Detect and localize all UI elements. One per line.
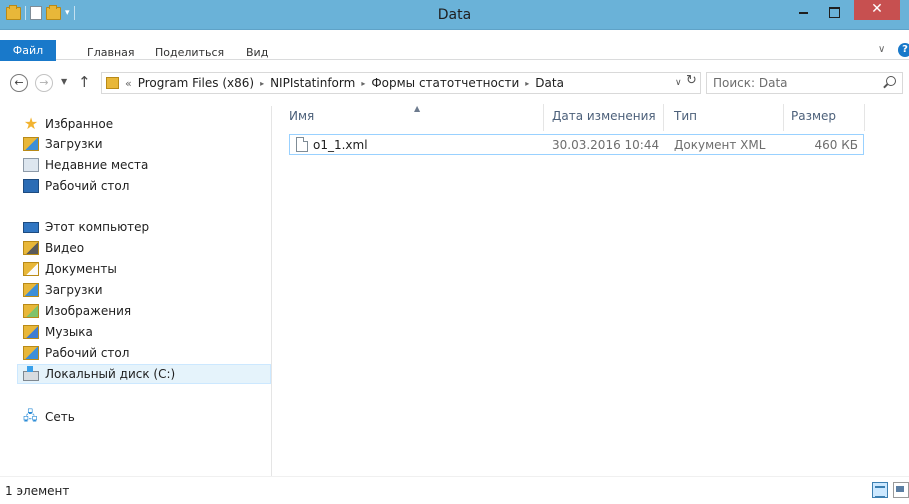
desktop-icon bbox=[23, 179, 39, 193]
desktop-folder-icon bbox=[23, 346, 39, 360]
close-button[interactable]: ✕ bbox=[854, 0, 900, 20]
sidebar-item-downloads-pc[interactable]: Загрузки bbox=[23, 280, 103, 300]
expand-ribbon-icon[interactable]: ∨ bbox=[878, 44, 885, 55]
sidebar-item-label: Документы bbox=[45, 262, 117, 276]
sidebar-item-recent-places[interactable]: Недавние места bbox=[23, 155, 148, 175]
sidebar-item-label: Видео bbox=[45, 241, 85, 255]
title-bar[interactable]: ▾ Data ✕ bbox=[0, 0, 909, 30]
sidebar-item-pictures[interactable]: Изображения bbox=[23, 301, 131, 321]
window-title: Data bbox=[437, 7, 472, 23]
computer-icon bbox=[23, 221, 39, 233]
column-header-type[interactable]: Тип bbox=[674, 109, 697, 123]
documents-folder-icon bbox=[23, 262, 39, 276]
sidebar-item-downloads[interactable]: Загрузки bbox=[23, 134, 103, 154]
sidebar-item-label: Этот компьютер bbox=[45, 220, 150, 234]
recent-locations-icon[interactable]: ▼ bbox=[61, 77, 67, 86]
downloads-folder-icon bbox=[23, 283, 39, 297]
pictures-folder-icon bbox=[23, 304, 39, 318]
column-header-date[interactable]: Дата изменения bbox=[552, 109, 656, 123]
back-button[interactable]: ← bbox=[10, 74, 28, 92]
sidebar-item-this-pc[interactable]: Этот компьютер bbox=[23, 217, 149, 237]
breadcrumb-item[interactable]: NIPIstatinform bbox=[270, 76, 355, 90]
help-icon[interactable]: ? bbox=[898, 43, 909, 57]
sidebar-item-label: Избранное bbox=[45, 117, 114, 131]
sidebar-item-label: Рабочий стол bbox=[45, 179, 130, 193]
breadcrumb-item[interactable]: Формы статотчетности bbox=[371, 76, 519, 90]
sort-ascending-icon: ▲ bbox=[414, 104, 421, 113]
item-count: 1 элемент bbox=[5, 484, 70, 498]
breadcrumb: « Program Files (x86) ▸ NIPIstatinform ▸… bbox=[125, 76, 564, 90]
sidebar-item-label: Загрузки bbox=[45, 283, 103, 297]
search-input[interactable]: Поиск: Data bbox=[706, 72, 903, 94]
downloads-folder-icon bbox=[23, 137, 39, 151]
tab-view[interactable]: Вид bbox=[246, 42, 268, 64]
column-header-name[interactable]: Имя bbox=[289, 109, 314, 123]
ribbon: Файл Главная Поделиться Вид ∨ ? bbox=[0, 30, 909, 61]
sidebar-item-desktop[interactable]: Рабочий стол bbox=[23, 176, 129, 196]
overflow-crumbs-icon[interactable]: « bbox=[125, 77, 132, 90]
up-button[interactable]: ↑ bbox=[78, 73, 91, 91]
network-icon: 🖧 bbox=[23, 409, 38, 424]
sidebar-item-label: Локальный диск (C:) bbox=[45, 367, 176, 381]
xml-file-icon bbox=[296, 137, 308, 152]
navigation-pane[interactable]: ★ Избранное Загрузки Недавние места Рабо… bbox=[0, 106, 272, 476]
refresh-icon[interactable]: ↻ bbox=[686, 73, 697, 88]
recent-places-icon bbox=[23, 158, 39, 172]
maximize-button[interactable] bbox=[821, 3, 847, 24]
drive-icon bbox=[23, 366, 39, 381]
sidebar-item-label: Рабочий стол bbox=[45, 346, 130, 360]
tab-share[interactable]: Поделиться bbox=[155, 42, 224, 64]
column-header-size[interactable]: Размер bbox=[791, 109, 836, 123]
minimize-button[interactable] bbox=[790, 3, 816, 24]
file-list[interactable]: Имя ▲ Дата изменения Тип Размер o1_1.xml… bbox=[272, 98, 909, 476]
sidebar-item-network[interactable]: 🖧 Сеть bbox=[23, 407, 75, 427]
music-folder-icon bbox=[23, 325, 39, 339]
sidebar-item-label: Сеть bbox=[45, 410, 75, 424]
address-row: ← → ▼ ↑ « Program Files (x86) ▸ NIPIstat… bbox=[0, 68, 909, 98]
file-name: o1_1.xml bbox=[313, 138, 368, 152]
column-divider[interactable] bbox=[543, 104, 544, 131]
sidebar-item-documents[interactable]: Документы bbox=[23, 259, 117, 279]
videos-folder-icon bbox=[23, 241, 39, 255]
sidebar-item-desktop-pc[interactable]: Рабочий стол bbox=[23, 343, 129, 363]
file-size: 460 КБ bbox=[814, 138, 858, 152]
column-divider[interactable] bbox=[663, 104, 664, 131]
star-icon: ★ bbox=[23, 114, 39, 133]
table-row[interactable]: o1_1.xml 30.03.2016 10:44 Документ XML 4… bbox=[289, 134, 864, 155]
sidebar-item-label: Музыка bbox=[45, 325, 93, 339]
address-history-icon[interactable]: ∨ bbox=[675, 78, 682, 88]
column-divider[interactable] bbox=[783, 104, 784, 131]
sidebar-item-label: Недавние места bbox=[45, 158, 149, 172]
sidebar-item-label: Изображения bbox=[45, 304, 132, 318]
chevron-right-icon[interactable]: ▸ bbox=[260, 79, 264, 88]
file-type: Документ XML bbox=[674, 138, 766, 152]
status-bar: 1 элемент bbox=[0, 476, 909, 504]
chevron-right-icon[interactable]: ▸ bbox=[525, 79, 529, 88]
address-bar[interactable]: « Program Files (x86) ▸ NIPIstatinform ▸… bbox=[101, 72, 701, 94]
chevron-right-icon[interactable]: ▸ bbox=[361, 79, 365, 88]
large-icons-view-icon[interactable] bbox=[893, 482, 909, 498]
tab-home[interactable]: Главная bbox=[87, 42, 135, 64]
search-placeholder: Поиск: Data bbox=[713, 76, 788, 90]
sidebar-item-videos[interactable]: Видео bbox=[23, 238, 84, 258]
sidebar-item-label: Загрузки bbox=[45, 137, 103, 151]
file-date: 30.03.2016 10:44 bbox=[552, 138, 660, 152]
sidebar-item-favorites[interactable]: ★ Избранное bbox=[23, 114, 113, 134]
sidebar-item-music[interactable]: Музыка bbox=[23, 322, 93, 342]
tab-file[interactable]: Файл bbox=[0, 40, 56, 61]
details-view-icon[interactable] bbox=[872, 482, 888, 498]
search-icon[interactable] bbox=[886, 76, 896, 86]
sidebar-item-local-disk[interactable]: Локальный диск (C:) bbox=[17, 364, 271, 384]
forward-button[interactable]: → bbox=[35, 74, 53, 92]
column-divider[interactable] bbox=[864, 104, 865, 131]
breadcrumb-item[interactable]: Data bbox=[535, 76, 564, 90]
breadcrumb-item[interactable]: Program Files (x86) bbox=[138, 76, 254, 90]
folder-icon bbox=[106, 77, 119, 89]
